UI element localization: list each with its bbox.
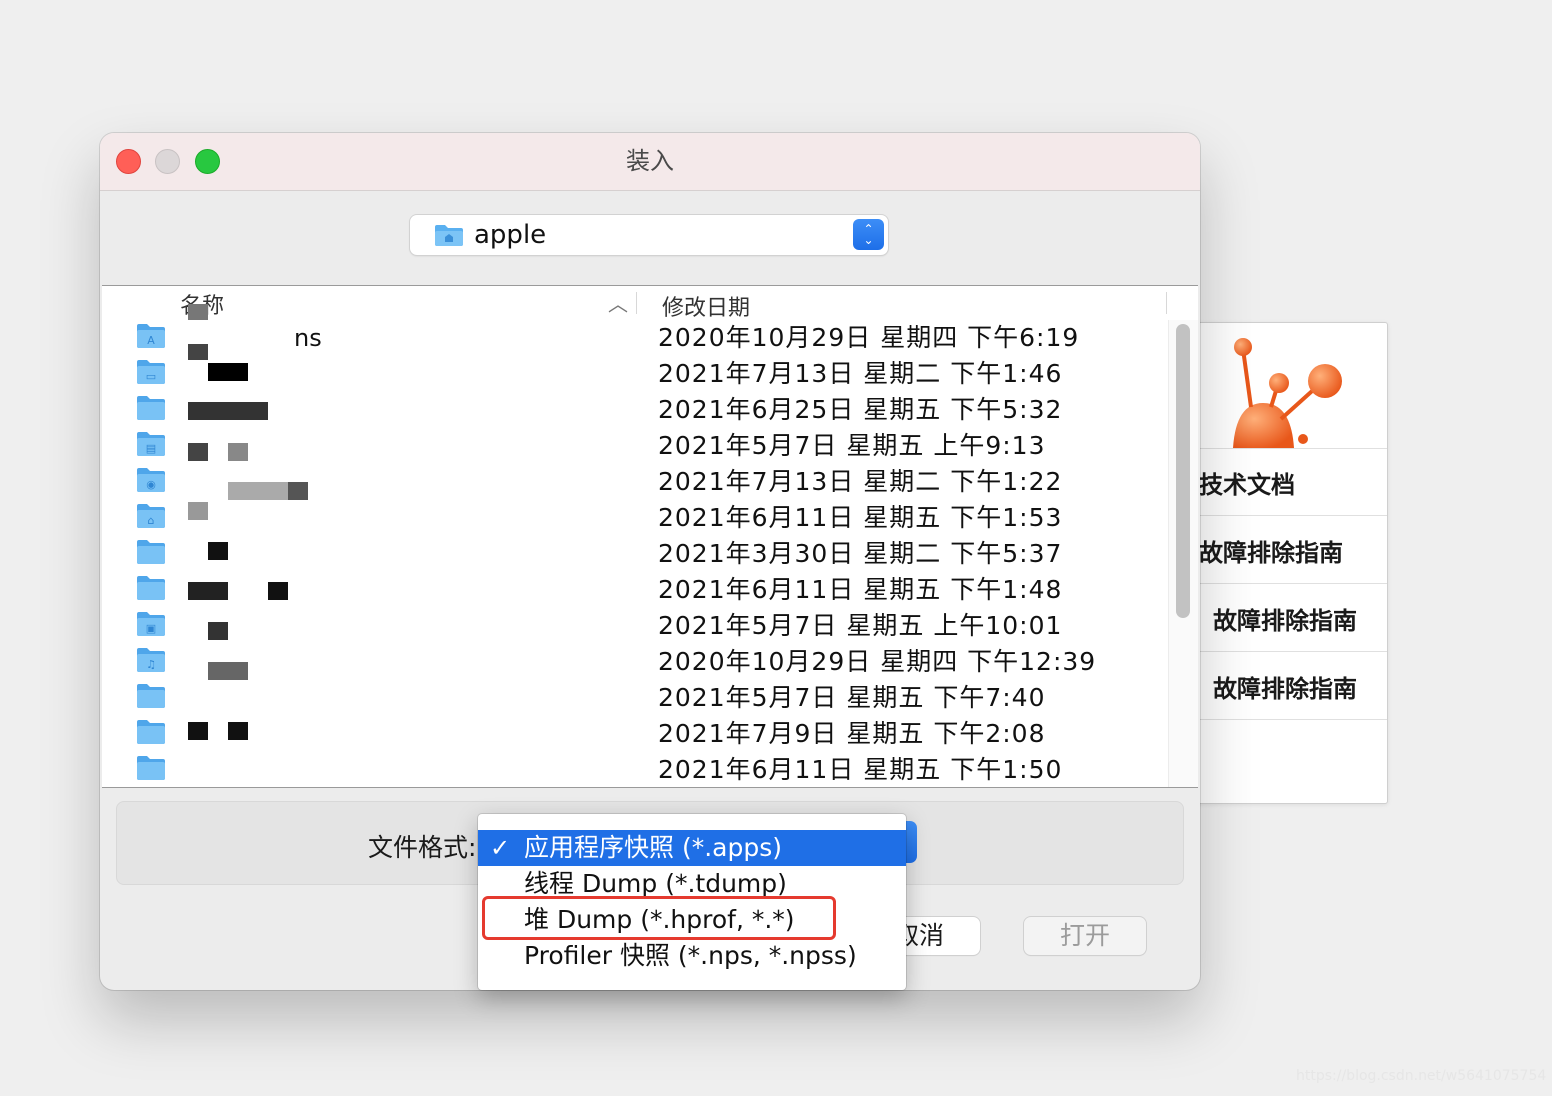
applications-folder-icon: A: [136, 321, 166, 353]
folder-icon: [136, 537, 166, 569]
home-folder-icon: [434, 223, 464, 251]
file-row[interactable]: 2021年6月11日 星期五 下午1:50: [102, 752, 1168, 787]
music-folder-icon: ♫: [136, 645, 166, 677]
troubleshooting-link-2[interactable]: 故障排除指南: [1191, 585, 1387, 652]
checkmark-icon: ✓: [490, 834, 511, 862]
column-header-date[interactable]: 修改日期: [662, 290, 750, 322]
column-divider: [1166, 292, 1167, 314]
file-modified-date: 2021年3月30日 星期二 下午5:37: [658, 539, 1063, 568]
file-modified-date: 2021年6月11日 星期五 下午1:50: [658, 755, 1063, 784]
troubleshooting-link-1[interactable]: 故障排除指南: [1191, 517, 1387, 584]
folder-icon: [136, 753, 166, 785]
file-modified-date: 2021年7月13日 星期二 下午1:22: [658, 467, 1063, 496]
file-row[interactable]: 2021年6月11日 星期五 下午1:48: [102, 572, 1168, 608]
chevron-updown-icon[interactable]: ⌃ ⌄: [853, 219, 884, 250]
folder-icon: [136, 681, 166, 713]
svg-text:▣: ▣: [146, 622, 156, 635]
location-popup[interactable]: apple ⌃ ⌄: [410, 215, 888, 255]
menu-item-nps[interactable]: Profiler 快照 (*.nps, *.npss): [478, 938, 906, 974]
sort-ascending-icon: ︿: [608, 292, 628, 316]
svg-text:⌂: ⌂: [148, 514, 155, 527]
file-modified-date: 2021年6月25日 星期五 下午5:32: [658, 395, 1063, 424]
file-format-menu: ✓ 应用程序快照 (*.apps) 线程 Dump (*.tdump) 堆 Du…: [478, 814, 906, 990]
column-header-name[interactable]: 名称: [180, 288, 224, 320]
file-modified-date: 2021年5月7日 星期五 上午10:01: [658, 611, 1063, 640]
file-modified-date: 2021年5月7日 星期五 下午7:40: [658, 683, 1046, 712]
file-row[interactable]: 2021年5月7日 星期五 下午7:40: [102, 680, 1168, 716]
file-row[interactable]: 2021年3月30日 星期二 下午5:37: [102, 536, 1168, 572]
tech-docs-link[interactable]: 技术文档: [1191, 449, 1387, 516]
open-button[interactable]: 打开: [1024, 917, 1146, 955]
vertical-scrollbar[interactable]: [1168, 320, 1198, 787]
svg-text:♫: ♫: [146, 658, 156, 671]
file-row[interactable]: ▤ 2021年5月7日 星期五 上午9:13: [102, 428, 1168, 464]
file-row[interactable]: ◉ 2021年7月13日 星期二 下午1:22: [102, 464, 1168, 500]
svg-text:▭: ▭: [146, 370, 156, 383]
location-label: apple: [474, 220, 547, 250]
file-row[interactable]: Ans 2020年10月29日 星期四 下午6:19: [102, 320, 1168, 356]
file-format-label: 文件格式:: [368, 833, 477, 862]
downloads-folder-icon: ◉: [136, 465, 166, 497]
file-row[interactable]: ▭ 2021年7月13日 星期二 下午1:46: [102, 356, 1168, 392]
app-logo: [1191, 323, 1387, 449]
scrollbar-thumb[interactable]: [1176, 324, 1190, 618]
watermark: https://blog.csdn.net/w5641075754: [1296, 1068, 1547, 1084]
menu-item-hprof[interactable]: 堆 Dump (*.hprof, *.*): [478, 902, 906, 938]
file-row[interactable]: 2021年7月9日 星期五 下午2:08: [102, 716, 1168, 752]
file-modified-date: 2020年10月29日 星期四 下午6:19: [658, 323, 1080, 352]
svg-text:A: A: [147, 334, 155, 347]
column-divider: [636, 292, 637, 314]
movies-folder-icon: ▣: [136, 609, 166, 641]
file-list-header: 名称 ︿ 修改日期: [102, 286, 1198, 322]
file-modified-date: 2021年7月9日 星期五 下午2:08: [658, 719, 1046, 748]
svg-text:◉: ◉: [146, 478, 156, 491]
file-row[interactable]: ♫ 2020年10月29日 星期四 下午12:39: [102, 644, 1168, 680]
desktop-folder-icon: ▭: [136, 357, 166, 389]
troubleshooting-link-3[interactable]: 故障排除指南: [1191, 653, 1387, 720]
folder-icon: [136, 717, 166, 749]
svg-text:▤: ▤: [146, 442, 156, 455]
file-row[interactable]: 2021年6月25日 星期五 下午5:32: [102, 392, 1168, 428]
file-modified-date: 2021年7月13日 星期二 下午1:46: [658, 359, 1063, 388]
folder-icon: [136, 573, 166, 605]
file-name: ns: [294, 324, 322, 352]
folder-icon: [136, 393, 166, 425]
menu-item-tdump[interactable]: 线程 Dump (*.tdump): [478, 866, 906, 902]
title-bar: 装入: [100, 133, 1200, 191]
file-row[interactable]: ⌂ 2021年6月11日 星期五 下午1:53: [102, 500, 1168, 536]
file-list[interactable]: 名称 ︿ 修改日期 Ans 2020年10月29日 星期四 下午6:19 ▭ 2021…: [102, 285, 1198, 788]
file-modified-date: 2021年6月11日 星期五 下午1:53: [658, 503, 1063, 532]
menu-item-apps[interactable]: ✓ 应用程序快照 (*.apps): [478, 830, 906, 866]
file-modified-date: 2021年5月7日 星期五 上午9:13: [658, 431, 1046, 460]
file-row[interactable]: ▣ 2021年5月7日 星期五 上午10:01: [102, 608, 1168, 644]
window-title: 装入: [626, 147, 674, 175]
documents-folder-icon: ▤: [136, 429, 166, 461]
file-modified-date: 2020年10月29日 星期四 下午12:39: [658, 647, 1097, 676]
background-app-panel: 技术文档 故障排除指南 故障排除指南 故障排除指南: [1190, 322, 1388, 804]
file-modified-date: 2021年6月11日 星期五 下午1:48: [658, 575, 1063, 604]
library-folder-icon: ⌂: [136, 501, 166, 533]
